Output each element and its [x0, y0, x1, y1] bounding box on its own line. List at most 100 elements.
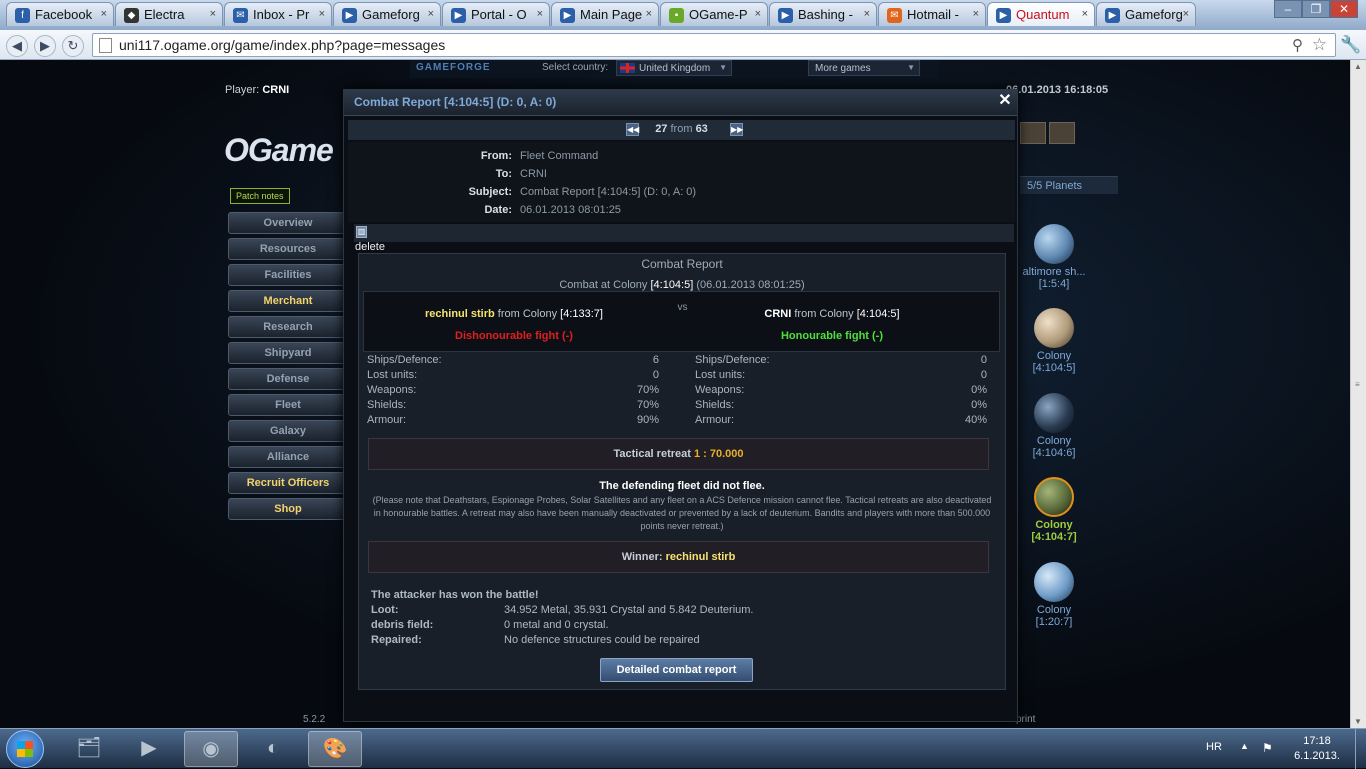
forward-button[interactable]: ▶: [34, 35, 56, 57]
attacker-name[interactable]: rechinul stirb: [425, 308, 495, 320]
browser-tab-portal[interactable]: ▶ Portal - O ×: [442, 2, 550, 26]
browser-tab-inbox[interactable]: ✉ Inbox - Pr ×: [224, 2, 332, 26]
tray-expand-icon[interactable]: ▲: [1240, 741, 1249, 751]
reload-button[interactable]: ↻: [62, 35, 84, 57]
select-country-label: Select country:: [542, 62, 609, 73]
browser-tab-gameforge[interactable]: ▶ Gameforg ×: [333, 2, 441, 26]
paint-taskbar-icon[interactable]: 🎨: [308, 731, 362, 767]
menu-shipyard[interactable]: Shipyard: [228, 342, 348, 364]
system-clock[interactable]: 17:18 6.1.2013.: [1288, 734, 1346, 764]
more-games-select[interactable]: More games ▼: [808, 60, 920, 76]
show-desktop-button[interactable]: [1355, 729, 1366, 769]
address-bar[interactable]: uni117.ogame.org/game/index.php?page=mes…: [92, 33, 1336, 57]
combat-location: Combat at Colony [4:104:5] (06.01.2013 0…: [559, 279, 805, 291]
browser-tab-bashing[interactable]: ▶ Bashing - ×: [769, 2, 877, 26]
browser-tab-quantum[interactable]: ▶ Quantum ×: [987, 2, 1095, 26]
close-icon[interactable]: ×: [864, 8, 870, 20]
planet-item[interactable]: Colony [4:104:5]: [1009, 308, 1099, 374]
planet-item[interactable]: Colony [4:104:6]: [1009, 393, 1099, 459]
tactical-retreat-value: 1 : 70.000: [693, 448, 744, 460]
scroll-up-icon[interactable]: ▲: [1354, 62, 1362, 71]
close-icon[interactable]: ×: [646, 8, 652, 20]
action-center-flag-icon[interactable]: ⚑: [1262, 741, 1273, 755]
language-indicator[interactable]: HR: [1206, 741, 1222, 753]
detailed-combat-report-button[interactable]: Detailed combat report: [600, 658, 753, 682]
browser-tab-hotmail[interactable]: ✉ Hotmail - ×: [878, 2, 986, 26]
player-name[interactable]: CRNI: [262, 84, 289, 96]
patch-notes-link[interactable]: Patch notes: [230, 188, 290, 204]
defender-name[interactable]: CRNI: [764, 308, 791, 320]
previous-message-button[interactable]: ◀◀: [626, 123, 639, 136]
browser-tab-facebook[interactable]: f Facebook ×: [6, 2, 114, 26]
ogame-logo[interactable]: OGame: [224, 132, 334, 169]
server-time: 06.01.2013 16:18:05: [1006, 84, 1109, 96]
browser-tab-electra[interactable]: ◆ Electra ×: [115, 2, 223, 26]
planet-item-current[interactable]: Colony [4:104:7]: [1009, 477, 1099, 543]
gameforge-icon: ▶: [778, 8, 793, 23]
report-title: Combat Report: [641, 257, 723, 271]
maximize-button[interactable]: ❐: [1302, 0, 1330, 18]
officer-avatar[interactable]: [1049, 122, 1075, 144]
browser-toolbar: ◀ ▶ ↻ uni117.ogame.org/game/index.php?pa…: [0, 30, 1366, 60]
scroll-down-icon[interactable]: ▼: [1354, 717, 1362, 726]
chrome-taskbar-icon[interactable]: ◉: [184, 731, 238, 767]
menu-resources[interactable]: Resources: [228, 238, 348, 260]
close-icon[interactable]: ×: [319, 8, 325, 20]
bookmark-star-icon[interactable]: ☆: [1312, 35, 1327, 55]
firefox-taskbar-icon[interactable]: ◐: [246, 731, 300, 767]
planet-item[interactable]: altimore sh... [1:5:4]: [1009, 224, 1099, 290]
main-menu: Overview Resources Facilities Merchant R…: [228, 212, 348, 524]
close-icon[interactable]: ×: [537, 8, 543, 20]
trash-icon[interactable]: ▥: [356, 226, 367, 238]
tactical-retreat-box: Tactical retreat 1 : 70.000: [368, 438, 989, 470]
battle-outcome: The attacker has won the battle!: [371, 589, 539, 601]
close-window-button[interactable]: ✕: [1330, 0, 1358, 18]
planet-globe: [1034, 477, 1074, 517]
close-icon[interactable]: ×: [973, 8, 979, 20]
defender-info: CRNI from Colony [4:104:5]: [764, 308, 900, 320]
menu-research[interactable]: Research: [228, 316, 348, 338]
planet-globe: [1034, 308, 1074, 348]
next-message-button[interactable]: ▶▶: [730, 123, 743, 136]
minimize-button[interactable]: –: [1274, 0, 1302, 18]
country-select[interactable]: United Kingdom ▼: [616, 60, 732, 76]
close-icon[interactable]: ×: [101, 8, 107, 20]
close-icon[interactable]: ×: [428, 8, 434, 20]
menu-defense[interactable]: Defense: [228, 368, 348, 390]
menu-overview[interactable]: Overview: [228, 212, 348, 234]
wrench-icon[interactable]: 🔧: [1340, 35, 1361, 55]
back-button[interactable]: ◀: [6, 35, 28, 57]
message-pagination: ◀◀ 27 from 63 ▶▶: [348, 120, 1015, 140]
close-dialog-button[interactable]: ✕: [997, 93, 1013, 109]
officer-avatar[interactable]: [1020, 122, 1046, 144]
menu-recruit-officers[interactable]: Recruit Officers: [228, 472, 348, 494]
menu-shop[interactable]: Shop: [228, 498, 348, 520]
planet-item[interactable]: Colony [1:20:7]: [1009, 562, 1099, 628]
retreat-note: (Please note that Deathstars, Espionage …: [372, 495, 992, 531]
print-link[interactable]: print: [1016, 714, 1035, 725]
scroll-grip-icon[interactable]: ≡: [1355, 380, 1360, 389]
browser-tab-gameforge-2[interactable]: ▶ Gameforg ×: [1096, 2, 1196, 26]
player-info: Player: CRNI: [225, 84, 290, 96]
close-icon[interactable]: ×: [1183, 8, 1189, 20]
menu-merchant[interactable]: Merchant: [228, 290, 348, 312]
close-icon[interactable]: ×: [210, 8, 216, 20]
date-value: 06.01.2013 08:01:25: [520, 204, 621, 216]
media-player-taskbar-icon[interactable]: ▶: [122, 731, 176, 767]
tab-label: Hotmail -: [907, 7, 960, 22]
close-icon[interactable]: ×: [755, 8, 761, 20]
close-icon[interactable]: ×: [1082, 8, 1088, 20]
start-button[interactable]: [6, 730, 44, 768]
page-scrollbar[interactable]: ▲ ≡ ▼: [1350, 60, 1366, 728]
zoom-icon[interactable]: ⚲: [1292, 36, 1303, 54]
explorer-taskbar-icon[interactable]: 🗂: [62, 731, 116, 767]
tab-label: Main Page: [580, 7, 643, 22]
menu-alliance[interactable]: Alliance: [228, 446, 348, 468]
delete-link[interactable]: delete: [355, 241, 385, 253]
menu-galaxy[interactable]: Galaxy: [228, 420, 348, 442]
browser-tab-ogame-p[interactable]: ▪ OGame-P ×: [660, 2, 768, 26]
gameforge-logo[interactable]: GAMEFORGE: [416, 62, 491, 73]
menu-fleet[interactable]: Fleet: [228, 394, 348, 416]
browser-tab-main-page[interactable]: ▶ Main Page ×: [551, 2, 659, 26]
menu-facilities[interactable]: Facilities: [228, 264, 348, 286]
